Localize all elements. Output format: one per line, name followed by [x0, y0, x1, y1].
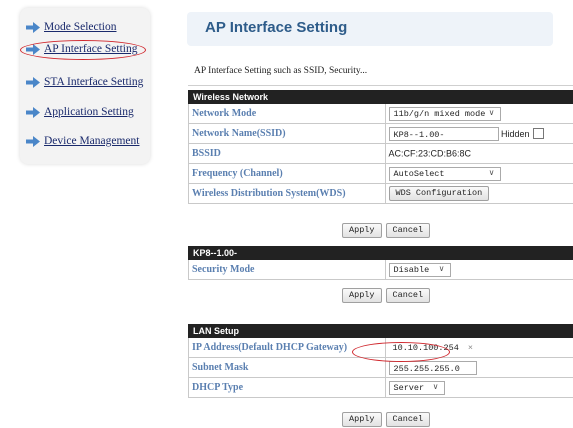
wireless-cancel-button[interactable]: Cancel: [386, 223, 431, 238]
dhcp-type-value: Server: [394, 383, 425, 393]
sidebar-item-device-management[interactable]: Device Management: [26, 133, 139, 149]
frequency-value: AutoSelect: [394, 169, 445, 179]
page-subtitle: AP Interface Setting such as SSID, Secur…: [194, 66, 367, 76]
chevron-down-icon: ∨: [433, 381, 439, 394]
table-header: LAN Setup: [189, 325, 573, 338]
clear-icon[interactable]: ×: [468, 343, 473, 353]
sidebar-item-application-setting[interactable]: Application Setting: [26, 104, 134, 120]
ip-highlight-annotation: [352, 342, 450, 362]
table-row: Network Mode 11b/g/n mixed mode ∨: [189, 104, 573, 124]
bssid-cell: AC:CF:23:CD:B6:8C: [385, 144, 573, 164]
security-cancel-button[interactable]: Cancel: [386, 288, 431, 303]
arrow-right-icon: [26, 22, 40, 33]
lan-cancel-button[interactable]: Cancel: [386, 412, 431, 427]
ssid-cell: KP8--1.00- Hidden: [385, 124, 573, 144]
sidebar-item-label: Mode Selection: [44, 21, 117, 33]
ssid-label: Network Name(SSID): [189, 124, 386, 144]
page-title: AP Interface Setting: [205, 19, 347, 36]
chevron-down-icon: ∨: [439, 263, 445, 276]
table-row: BSSID AC:CF:23:CD:B6:8C: [189, 144, 573, 164]
highlight-annotation: [20, 40, 146, 60]
subnet-mask-label: Subnet Mask: [189, 358, 386, 378]
dhcp-type-label: DHCP Type: [189, 378, 386, 398]
network-mode-label: Network Mode: [189, 104, 386, 124]
wireless-button-row: Apply Cancel: [342, 223, 430, 239]
arrow-right-icon: [26, 136, 40, 147]
wds-configuration-button[interactable]: WDS Configuration: [389, 186, 490, 201]
table-row: DHCP Type Server ∨: [189, 378, 573, 398]
arrow-right-icon: [26, 77, 40, 88]
wds-label: Wireless Distribution System(WDS): [189, 184, 386, 204]
wireless-apply-button[interactable]: Apply: [342, 223, 382, 238]
subnet-mask-input[interactable]: 255.255.255.0: [389, 361, 477, 375]
table-row: Security Mode Disable ∨: [189, 260, 573, 280]
hidden-label: Hidden: [501, 129, 530, 139]
security-mode-cell: Disable ∨: [385, 260, 573, 280]
security-mode-select[interactable]: Disable ∨: [389, 263, 451, 277]
divider: [188, 85, 573, 86]
sidebar-item-mode-selection[interactable]: Mode Selection: [26, 19, 117, 35]
sidebar-item-sta-interface-setting[interactable]: STA Interface Setting: [26, 74, 143, 90]
dhcp-type-select[interactable]: Server ∨: [389, 381, 445, 395]
table-header: KP8--1.00-: [189, 247, 573, 260]
dhcp-type-cell: Server ∨: [385, 378, 573, 398]
bssid-label: BSSID: [189, 144, 386, 164]
page-title-box: AP Interface Setting: [187, 12, 553, 46]
table-row: Frequency (Channel) AutoSelect ∨: [189, 164, 573, 184]
chevron-down-icon: ∨: [489, 167, 495, 180]
network-mode-value: 11b/g/n mixed mode: [394, 109, 486, 119]
security-apply-button[interactable]: Apply: [342, 288, 382, 303]
security-mode-value: Disable: [394, 265, 430, 275]
security-button-row: Apply Cancel: [342, 288, 430, 304]
security-mode-label: Security Mode: [189, 260, 386, 280]
chevron-down-icon: ∨: [489, 107, 495, 120]
table-row: Network Name(SSID) KP8--1.00- Hidden: [189, 124, 573, 144]
sidebar-item-label: STA Interface Setting: [44, 76, 143, 88]
network-mode-cell: 11b/g/n mixed mode ∨: [385, 104, 573, 124]
frequency-cell: AutoSelect ∨: [385, 164, 573, 184]
network-mode-select[interactable]: 11b/g/n mixed mode ∨: [389, 107, 501, 121]
frequency-label: Frequency (Channel): [189, 164, 386, 184]
sidebar-item-label: Device Management: [44, 135, 139, 147]
ssid-input[interactable]: KP8--1.00-: [389, 127, 499, 141]
wds-cell: WDS Configuration: [385, 184, 573, 204]
bssid-value: AC:CF:23:CD:B6:8C: [389, 149, 472, 159]
frequency-select[interactable]: AutoSelect ∨: [389, 167, 501, 181]
arrow-right-icon: [26, 107, 40, 118]
table-header: Wireless Network: [189, 91, 573, 104]
table-row: Wireless Distribution System(WDS) WDS Co…: [189, 184, 573, 204]
sidebar-item-label: Application Setting: [44, 106, 134, 118]
hidden-checkbox[interactable]: [533, 128, 544, 139]
lan-apply-button[interactable]: Apply: [342, 412, 382, 427]
wireless-network-table: Wireless Network Network Mode 11b/g/n mi…: [188, 90, 573, 204]
security-table: KP8--1.00- Security Mode Disable ∨: [188, 246, 573, 280]
